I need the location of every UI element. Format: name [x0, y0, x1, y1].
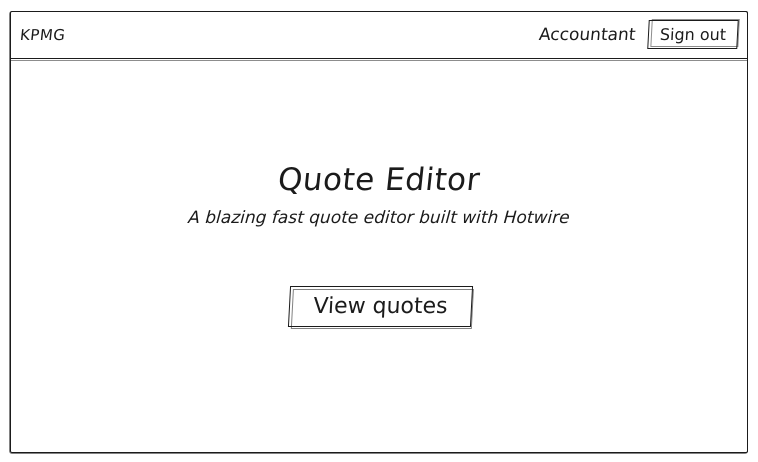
hero-section: Quote Editor A blazing fast quote editor…: [11, 162, 747, 228]
sign-out-button[interactable]: Sign out: [647, 20, 739, 49]
navbar: KPMG Accountant Sign out: [11, 12, 747, 61]
app-window: KPMG Accountant Sign out Quote Editor A …: [9, 11, 748, 454]
brand-logo-link[interactable]: KPMG: [19, 26, 66, 44]
page-title: Quote Editor: [276, 162, 482, 198]
user-role-label: Accountant: [537, 25, 637, 45]
page-subtitle: A blazing fast quote editor built with H…: [187, 208, 571, 228]
view-quotes-button[interactable]: View quotes: [287, 286, 474, 327]
